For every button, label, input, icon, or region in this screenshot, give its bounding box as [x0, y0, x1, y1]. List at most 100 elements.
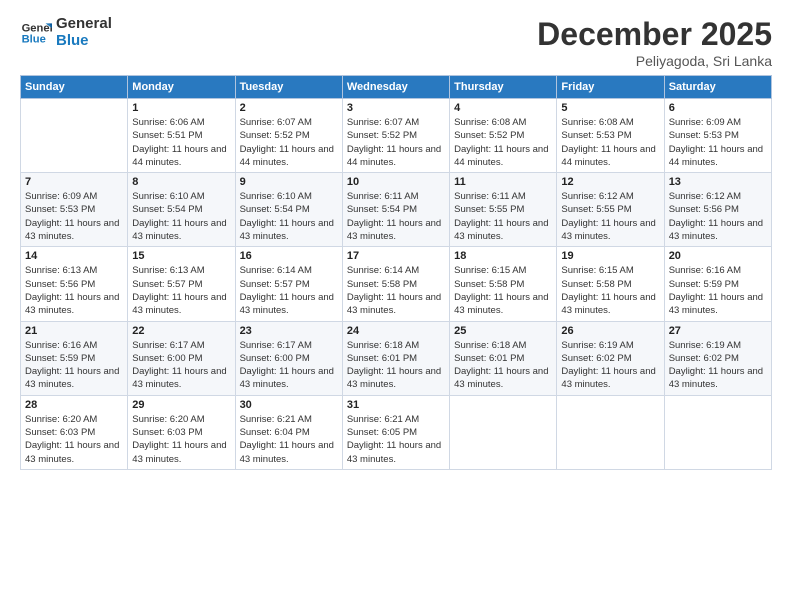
day-cell: 9 Sunrise: 6:10 AMSunset: 5:54 PMDaylight… — [235, 173, 342, 247]
calendar-header-row: SundayMondayTuesdayWednesdayThursdayFrid… — [21, 76, 772, 99]
day-number: 24 — [347, 325, 445, 337]
day-cell: 17 Sunrise: 6:14 AMSunset: 5:58 PMDayligh… — [342, 247, 449, 321]
header-monday: Monday — [128, 76, 235, 99]
day-cell: 31Sunrise: 6:21 AMSunset: 6:05 PMDayligh… — [342, 395, 449, 469]
header: General Blue General Blue December 2025 … — [20, 16, 772, 69]
day-info: Sunrise: 6:12 AMSunset: 5:56 PMDaylight:… — [669, 190, 767, 243]
week-row-4: 21 Sunrise: 6:16 AMSunset: 5:59 PMDayligh… — [21, 321, 772, 395]
day-cell: 15Sunrise: 6:13 AMSunset: 5:57 PMDayligh… — [128, 247, 235, 321]
header-saturday: Saturday — [664, 76, 771, 99]
day-number: 17 — [347, 250, 445, 262]
day-info: Sunrise: 6:11 AMSunset: 5:54 PMDaylight:… — [347, 190, 445, 243]
day-info: Sunrise: 6:16 AMSunset: 5:59 PMDaylight:… — [25, 339, 123, 392]
header-wednesday: Wednesday — [342, 76, 449, 99]
day-cell: 4Sunrise: 6:08 AMSunset: 5:52 PMDaylight… — [450, 99, 557, 173]
title-block: December 2025 Peliyagoda, Sri Lanka — [537, 16, 772, 69]
calendar-table: SundayMondayTuesdayWednesdayThursdayFrid… — [20, 75, 772, 470]
day-number: 30 — [240, 399, 338, 411]
page-container: General Blue General Blue December 2025 … — [0, 0, 792, 486]
day-info: Sunrise: 6:10 AMSunset: 5:54 PMDaylight:… — [240, 190, 338, 243]
day-cell: 28Sunrise: 6:20 AMSunset: 6:03 PMDayligh… — [21, 395, 128, 469]
day-number: 3 — [347, 102, 445, 114]
day-cell: 6 Sunrise: 6:09 AMSunset: 5:53 PMDaylight… — [664, 99, 771, 173]
day-info: Sunrise: 6:15 AMSunset: 5:58 PMDaylight:… — [454, 264, 552, 317]
day-info: Sunrise: 6:14 AMSunset: 5:58 PMDaylight:… — [347, 264, 445, 317]
day-cell: 2 Sunrise: 6:07 AMSunset: 5:52 PMDaylight… — [235, 99, 342, 173]
day-info: Sunrise: 6:18 AMSunset: 6:01 PMDaylight:… — [454, 339, 552, 392]
day-number: 28 — [25, 399, 123, 411]
day-info: Sunrise: 6:08 AMSunset: 5:53 PMDaylight:… — [561, 116, 659, 169]
day-cell: 1 Sunrise: 6:06 AMSunset: 5:51 PMDaylight… — [128, 99, 235, 173]
month-title: December 2025 — [537, 16, 772, 53]
day-number: 25 — [454, 325, 552, 337]
day-info: Sunrise: 6:08 AMSunset: 5:52 PMDaylight:… — [454, 116, 552, 169]
day-number: 27 — [669, 325, 767, 337]
week-row-5: 28 Sunrise: 6:20 AMSunset: 6:03 PMDayligh… — [21, 395, 772, 469]
day-cell: 8 Sunrise: 6:10 AMSunset: 5:54 PMDaylight… — [128, 173, 235, 247]
day-cell: 27 Sunrise: 6:19 AMSunset: 6:02 PMDayligh… — [664, 321, 771, 395]
day-cell: 13Sunrise: 6:12 AMSunset: 5:56 PMDayligh… — [664, 173, 771, 247]
header-sunday: Sunday — [21, 76, 128, 99]
day-cell: 7Sunrise: 6:09 AMSunset: 5:53 PMDaylight… — [21, 173, 128, 247]
day-number: 22 — [132, 325, 230, 337]
day-info: Sunrise: 6:19 AMSunset: 6:02 PMDaylight:… — [669, 339, 767, 392]
day-number: 8 — [132, 176, 230, 188]
day-number: 12 — [561, 176, 659, 188]
day-cell: 3Sunrise: 6:07 AMSunset: 5:52 PMDaylight… — [342, 99, 449, 173]
day-cell: 10 Sunrise: 6:11 AMSunset: 5:54 PMDayligh… — [342, 173, 449, 247]
day-number: 9 — [240, 176, 338, 188]
day-info: Sunrise: 6:16 AMSunset: 5:59 PMDaylight:… — [669, 264, 767, 317]
day-info: Sunrise: 6:15 AMSunset: 5:58 PMDaylight:… — [561, 264, 659, 317]
day-info: Sunrise: 6:07 AMSunset: 5:52 PMDaylight:… — [240, 116, 338, 169]
day-number: 26 — [561, 325, 659, 337]
logo: General Blue General Blue — [20, 16, 112, 49]
day-cell: 25 Sunrise: 6:18 AMSunset: 6:01 PMDayligh… — [450, 321, 557, 395]
day-number: 1 — [132, 102, 230, 114]
day-info: Sunrise: 6:20 AMSunset: 6:03 PMDaylight:… — [132, 413, 230, 466]
day-info: Sunrise: 6:09 AMSunset: 5:53 PMDaylight:… — [669, 116, 767, 169]
day-info: Sunrise: 6:11 AMSunset: 5:55 PMDaylight:… — [454, 190, 552, 243]
day-cell: 26 Sunrise: 6:19 AMSunset: 6:02 PMDayligh… — [557, 321, 664, 395]
day-info: Sunrise: 6:17 AMSunset: 6:00 PMDaylight:… — [240, 339, 338, 392]
day-number: 18 — [454, 250, 552, 262]
day-number: 23 — [240, 325, 338, 337]
day-info: Sunrise: 6:10 AMSunset: 5:54 PMDaylight:… — [132, 190, 230, 243]
day-cell: 11 Sunrise: 6:11 AMSunset: 5:55 PMDayligh… — [450, 173, 557, 247]
day-number: 10 — [347, 176, 445, 188]
day-info: Sunrise: 6:13 AMSunset: 5:56 PMDaylight:… — [25, 264, 123, 317]
day-info: Sunrise: 6:19 AMSunset: 6:02 PMDaylight:… — [561, 339, 659, 392]
day-cell: 20 Sunrise: 6:16 AMSunset: 5:59 PMDayligh… — [664, 247, 771, 321]
header-friday: Friday — [557, 76, 664, 99]
day-info: Sunrise: 6:18 AMSunset: 6:01 PMDaylight:… — [347, 339, 445, 392]
day-cell — [21, 99, 128, 173]
day-info: Sunrise: 6:06 AMSunset: 5:51 PMDaylight:… — [132, 116, 230, 169]
day-number: 11 — [454, 176, 552, 188]
week-row-1: 1 Sunrise: 6:06 AMSunset: 5:51 PMDaylight… — [21, 99, 772, 173]
week-row-3: 14Sunrise: 6:13 AMSunset: 5:56 PMDayligh… — [21, 247, 772, 321]
day-number: 21 — [25, 325, 123, 337]
day-cell: 24 Sunrise: 6:18 AMSunset: 6:01 PMDayligh… — [342, 321, 449, 395]
day-number: 2 — [240, 102, 338, 114]
header-thursday: Thursday — [450, 76, 557, 99]
day-number: 19 — [561, 250, 659, 262]
day-cell: 18 Sunrise: 6:15 AMSunset: 5:58 PMDayligh… — [450, 247, 557, 321]
day-cell: 12Sunrise: 6:12 AMSunset: 5:55 PMDayligh… — [557, 173, 664, 247]
day-cell: 29Sunrise: 6:20 AMSunset: 6:03 PMDayligh… — [128, 395, 235, 469]
logo-blue: Blue — [56, 33, 112, 50]
logo-general: General — [56, 16, 112, 33]
location-subtitle: Peliyagoda, Sri Lanka — [537, 53, 772, 69]
svg-text:Blue: Blue — [22, 33, 46, 45]
day-number: 16 — [240, 250, 338, 262]
day-cell: 21 Sunrise: 6:16 AMSunset: 5:59 PMDayligh… — [21, 321, 128, 395]
day-number: 7 — [25, 176, 123, 188]
day-info: Sunrise: 6:14 AMSunset: 5:57 PMDaylight:… — [240, 264, 338, 317]
day-number: 5 — [561, 102, 659, 114]
logo-icon: General Blue — [20, 17, 52, 49]
day-number: 6 — [669, 102, 767, 114]
day-cell: 14Sunrise: 6:13 AMSunset: 5:56 PMDayligh… — [21, 247, 128, 321]
day-cell — [557, 395, 664, 469]
day-number: 31 — [347, 399, 445, 411]
day-cell — [664, 395, 771, 469]
day-number: 20 — [669, 250, 767, 262]
day-cell: 19 Sunrise: 6:15 AMSunset: 5:58 PMDayligh… — [557, 247, 664, 321]
